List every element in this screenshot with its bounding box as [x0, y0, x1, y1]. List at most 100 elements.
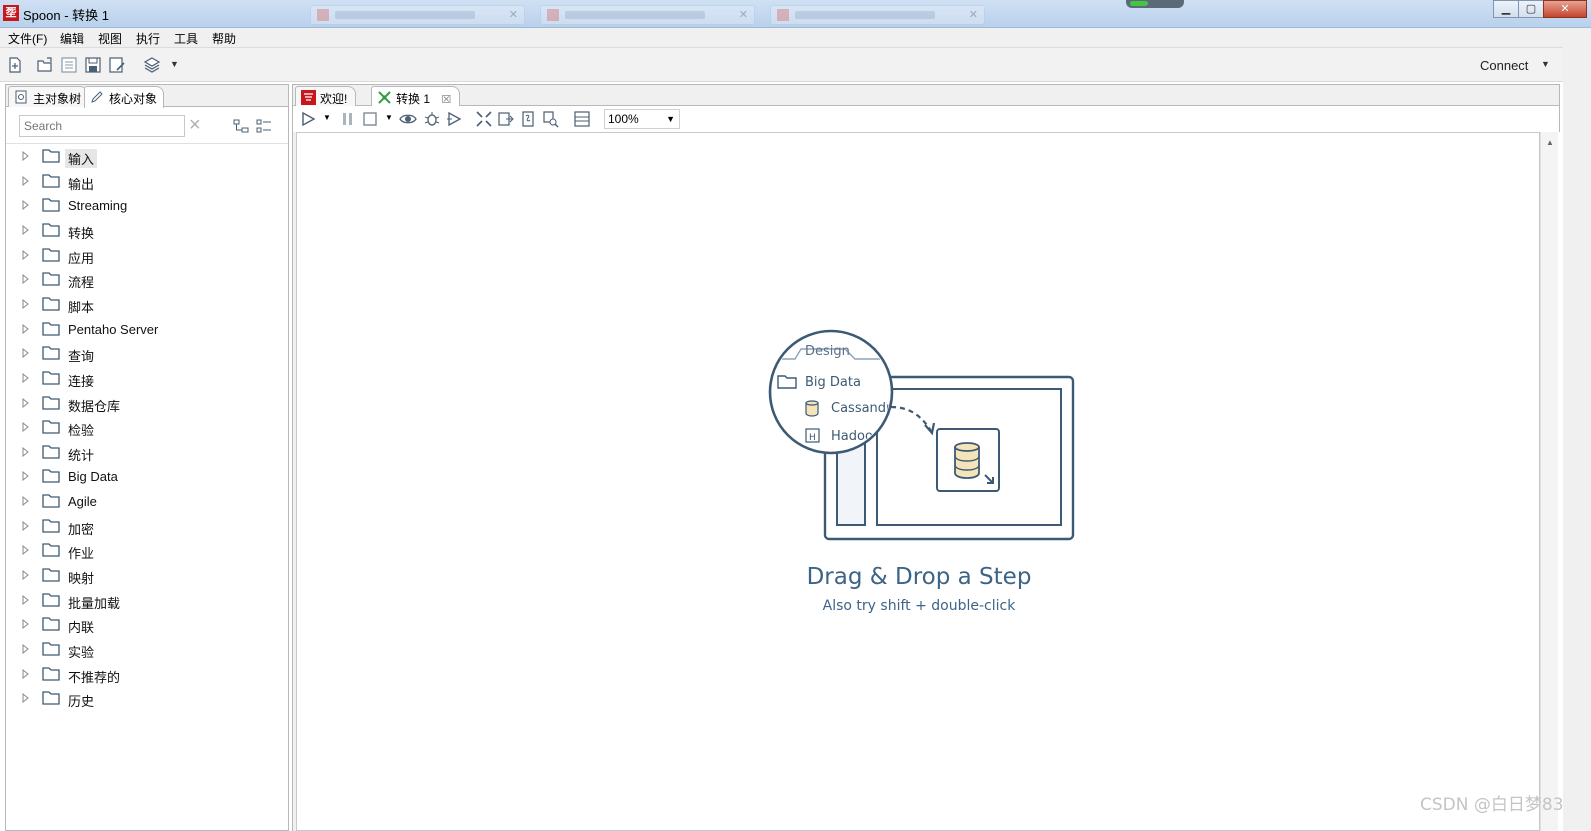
- menu-edit[interactable]: 编辑: [60, 30, 84, 47]
- expand-arrow-icon[interactable]: [22, 594, 30, 605]
- expand-arrow-icon[interactable]: [22, 397, 30, 408]
- search-input[interactable]: [19, 115, 185, 137]
- tree-item[interactable]: 输入: [6, 145, 288, 169]
- expand-arrow-icon[interactable]: [22, 569, 30, 581]
- tree-item[interactable]: 脚本: [6, 293, 288, 317]
- expand-arrow-icon[interactable]: [22, 520, 30, 531]
- close-tab-icon[interactable]: ☒: [441, 94, 451, 106]
- tree-item-label: 输入: [65, 149, 98, 168]
- pause-icon[interactable]: [339, 110, 357, 128]
- close-button[interactable]: ✕: [1543, 0, 1587, 18]
- perspective-layers-icon[interactable]: [143, 56, 161, 74]
- verify-icon[interactable]: [475, 110, 493, 128]
- stop-options-caret-icon[interactable]: ▼: [385, 113, 393, 122]
- expand-arrow-icon[interactable]: [22, 372, 30, 383]
- expand-all-icon[interactable]: [233, 118, 249, 134]
- tree-item-label: 历史: [68, 694, 95, 710]
- run-options-caret-icon[interactable]: ▼: [323, 113, 331, 122]
- tree-item[interactable]: 转换: [6, 219, 288, 243]
- expand-arrow-icon[interactable]: [22, 273, 30, 285]
- expand-arrow-icon[interactable]: [22, 544, 30, 556]
- tree-item[interactable]: 数据仓库: [6, 392, 288, 416]
- explore-repository-icon[interactable]: [60, 56, 78, 74]
- tree-item[interactable]: 输出: [6, 170, 288, 194]
- expand-arrow-icon[interactable]: [22, 446, 30, 457]
- menu-run[interactable]: 执行: [136, 30, 160, 47]
- expand-arrow-icon[interactable]: [22, 618, 30, 630]
- expand-arrow-icon[interactable]: [22, 347, 30, 359]
- tree-item[interactable]: 应用: [6, 244, 288, 268]
- expand-arrow-icon[interactable]: [22, 150, 30, 162]
- tree-item[interactable]: 历史: [6, 687, 288, 711]
- maximize-button[interactable]: ▢: [1518, 0, 1544, 18]
- folder-icon: [42, 444, 60, 459]
- connect-button[interactable]: Connect: [1480, 58, 1528, 73]
- tree-item[interactable]: Agile: [6, 490, 288, 514]
- tree-item[interactable]: 统计: [6, 441, 288, 465]
- replay-icon[interactable]: [445, 110, 463, 128]
- tree-item[interactable]: 批量加载: [6, 589, 288, 613]
- folder-icon: [42, 148, 60, 163]
- tree-item[interactable]: 作业: [6, 539, 288, 563]
- expand-arrow-icon[interactable]: [22, 668, 30, 679]
- expand-arrow-icon[interactable]: [22, 470, 30, 482]
- new-file-icon[interactable]: [6, 56, 24, 74]
- tree-item[interactable]: 查询: [6, 342, 288, 366]
- divider: [6, 143, 288, 144]
- stop-icon[interactable]: [361, 110, 379, 128]
- transformation-canvas[interactable]: Design Big Data Cassandr H Hadoop Drag &…: [296, 132, 1540, 831]
- clear-search-icon[interactable]: ×: [189, 115, 201, 135]
- expand-arrow-icon[interactable]: [22, 249, 30, 260]
- sql-icon[interactable]: [519, 110, 537, 128]
- minimize-button[interactable]: ▁: [1493, 0, 1519, 18]
- collapse-all-icon[interactable]: [256, 118, 272, 134]
- tree-item-label: 查询: [68, 349, 95, 365]
- expand-arrow-icon[interactable]: [22, 323, 30, 334]
- tree-item[interactable]: Pentaho Server: [6, 318, 288, 342]
- preview-eye-icon[interactable]: [399, 110, 417, 128]
- expand-arrow-icon[interactable]: [22, 495, 30, 507]
- connect-caret-icon[interactable]: ▼: [1541, 59, 1550, 69]
- zoom-select[interactable]: 100% ▼: [604, 109, 680, 129]
- tree-item[interactable]: Streaming: [6, 194, 288, 218]
- tree-item[interactable]: 不推荐的: [6, 663, 288, 687]
- expand-arrow-icon[interactable]: [22, 298, 30, 309]
- save-icon[interactable]: [84, 56, 102, 74]
- scroll-up-icon[interactable]: ▲: [1546, 138, 1554, 147]
- menu-tools[interactable]: 工具: [174, 30, 198, 47]
- tree-item[interactable]: 流程: [6, 268, 288, 292]
- expand-arrow-icon[interactable]: [22, 692, 30, 704]
- tree-item[interactable]: 映射: [6, 564, 288, 588]
- folder-icon: [42, 468, 60, 484]
- tree-item[interactable]: Big Data: [6, 465, 288, 489]
- canvas-toolbar: ▼ ▼ 100% ▼: [292, 106, 1560, 132]
- expand-arrow-icon[interactable]: [22, 224, 30, 235]
- menu-file[interactable]: 文件(F): [8, 30, 47, 47]
- open-file-icon[interactable]: [36, 56, 54, 74]
- tab-main-object-tree[interactable]: 主对象树: [8, 86, 89, 107]
- tree-item[interactable]: 加密: [6, 515, 288, 539]
- tab-core-objects[interactable]: 核心对象: [84, 86, 165, 108]
- menu-view[interactable]: 视图: [98, 30, 122, 47]
- tree-item[interactable]: 检验: [6, 416, 288, 440]
- tab-welcome[interactable]: 欢迎!: [295, 86, 357, 107]
- tree-item[interactable]: 连接: [6, 367, 288, 391]
- tree-item[interactable]: 内联: [6, 613, 288, 637]
- perspective-dropdown-caret[interactable]: ▼: [170, 59, 179, 69]
- expand-arrow-icon[interactable]: [22, 199, 30, 211]
- show-results-icon[interactable]: [573, 110, 591, 128]
- folder-icon: [42, 321, 60, 336]
- impact-icon[interactable]: [497, 110, 515, 128]
- menu-help[interactable]: 帮助: [212, 30, 236, 47]
- save-as-icon[interactable]: [108, 56, 126, 74]
- tab-transformation-1[interactable]: 转换 1 ☒: [371, 86, 461, 107]
- tree-item-label: 统计: [68, 447, 95, 463]
- vertical-scrollbar[interactable]: ▲: [1540, 132, 1558, 831]
- expand-arrow-icon[interactable]: [22, 175, 30, 186]
- expand-arrow-icon[interactable]: [22, 643, 30, 655]
- explore-db-icon[interactable]: [541, 110, 559, 128]
- expand-arrow-icon[interactable]: [22, 421, 30, 433]
- debug-bug-icon[interactable]: [423, 110, 441, 128]
- tree-item[interactable]: 实验: [6, 638, 288, 662]
- run-icon[interactable]: [299, 110, 317, 128]
